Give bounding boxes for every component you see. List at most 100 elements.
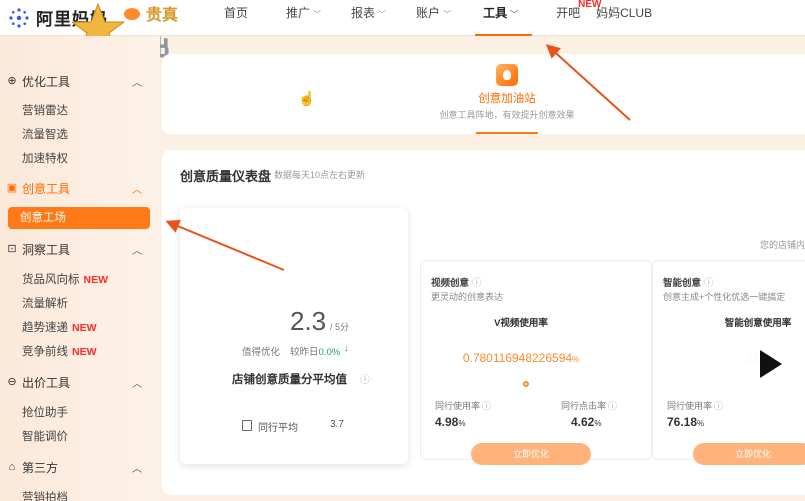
- gauge-dot: [523, 381, 529, 387]
- help-icon[interactable]: ⓘ: [360, 371, 370, 386]
- card-title: 视频创意 ⓘ: [431, 275, 482, 289]
- chevron-up-icon: ︿: [132, 464, 142, 475]
- nav-item-promotion[interactable]: 推广 ﹀: [286, 0, 321, 36]
- metric-left-value: 76.18%: [667, 415, 704, 429]
- nav-item-club[interactable]: 妈妈CLUB: [596, 0, 652, 36]
- item-label: 货品风向标: [22, 274, 80, 286]
- section-title: 第三方: [22, 460, 59, 475]
- nav-label: 工具: [483, 6, 508, 20]
- sidebar-item-traffic-analysis[interactable]: 流量解析: [22, 294, 68, 314]
- dashboard-update-note: 数据每天10点左右更新: [274, 170, 366, 180]
- help-icon[interactable]: ⓘ: [714, 401, 723, 411]
- score-unit: / 5分: [330, 322, 350, 332]
- chevron-down-icon: ﹀: [378, 10, 387, 19]
- rate-value-text: 0.780116948226594: [462, 351, 573, 365]
- hand-cursor-icon: ☝: [298, 90, 316, 106]
- peer-label: 同行平均: [258, 423, 298, 434]
- metric-right-value: 4.62%: [571, 415, 601, 429]
- station-subtitle: 创意工具阵地，有效提升创意效果: [439, 110, 575, 120]
- score-compare: 较昨日0.0%: [290, 344, 340, 358]
- metric-value-text: 76.18: [667, 415, 698, 429]
- metric-label-text: 同行点击率: [561, 401, 607, 411]
- card-subtitle: 创意主成+个性化优选一键搞定: [663, 292, 786, 302]
- sidebar-item-radar[interactable]: 营销雷达: [22, 101, 68, 121]
- target-icon: ⊕: [7, 75, 17, 87]
- sidebar-section-optimize[interactable]: ⊕ 优化工具 ︿: [0, 68, 160, 94]
- compare-value: 0.0%: [318, 347, 341, 358]
- chevron-up-icon: ︿: [132, 379, 142, 390]
- chevron-up-icon: ︿: [132, 246, 142, 257]
- flame-icon: [496, 64, 518, 86]
- quality-dashboard: 创意质量仪表盘 数据每天10点左右更新 您的店铺内 2.3 / 5分 值得优化 …: [162, 150, 805, 495]
- third-party-icon: ⌂: [8, 461, 16, 473]
- section-title: 创意工具: [22, 181, 71, 196]
- main-nav: 首页 推广 ﹀ 报表 ﹀ 账户 ﹀ 工具 ﹀ 开吧 NEW 妈妈CLUB: [224, 0, 652, 36]
- rate-value: 0.780116948226594%: [421, 351, 621, 365]
- sidebar-section-creative[interactable]: ▣ 创意工具 ︿: [0, 175, 160, 201]
- score-card: 2.3 / 5分 值得优化 较昨日0.0% ↓ 店铺创意质量分平均值 ⓘ 同行平…: [180, 208, 408, 464]
- sidebar-section-bid[interactable]: ⊖ 出价工具 ︿: [0, 369, 160, 395]
- sidebar-item-creative-factory[interactable]: 创意工场: [8, 207, 150, 229]
- nav-label: 开吧: [556, 6, 581, 20]
- chevron-up-icon: ︿: [132, 185, 142, 196]
- sidebar-item-marketing-partner[interactable]: 营销拍档: [22, 488, 68, 501]
- dashboard-title: 创意质量仪表盘: [180, 169, 272, 184]
- metric-label-text: 同行使用率: [667, 401, 713, 411]
- nav-item-account[interactable]: 账户 ﹀: [416, 0, 451, 36]
- alimama-logo-icon: [9, 7, 29, 28]
- peer-value: 3.7: [330, 419, 344, 430]
- sidebar-item-speed-privilege[interactable]: 加速特权: [22, 149, 68, 169]
- percent-sign: %: [594, 419, 602, 428]
- metric-left-label: 同行使用率 ⓘ: [435, 399, 491, 412]
- chevron-down-icon: ﹀: [510, 10, 519, 19]
- optimize-button[interactable]: 立即优化: [471, 443, 591, 465]
- card-title: 智能创意 ⓘ: [663, 275, 714, 289]
- new-badge: NEW: [83, 274, 109, 286]
- creative-station[interactable]: 创意加油站 创意工具阵地，有效提升创意效果: [432, 64, 582, 134]
- chevron-down-icon: ﹀: [443, 10, 452, 19]
- section-title: 洞察工具: [22, 242, 71, 257]
- nav-item-reports[interactable]: 报表 ﹀: [351, 0, 386, 36]
- section-title: 出价工具: [22, 375, 71, 390]
- help-icon[interactable]: ⓘ: [472, 278, 482, 289]
- compare-label: 较昨日: [290, 347, 319, 358]
- help-icon[interactable]: ⓘ: [482, 401, 491, 411]
- bid-icon: ⊖: [7, 376, 17, 388]
- sidebar-item-traffic-select[interactable]: 流量智选: [22, 125, 68, 145]
- nav-label: 推广: [286, 6, 311, 20]
- video-creative-card: 视频创意 ⓘ 更灵动的创意表达 V视频使用率 0.780116948226594%…: [420, 260, 652, 465]
- score-value: 2.3: [290, 306, 327, 336]
- image-icon: ▣: [6, 182, 18, 194]
- sidebar-item-smart-bid[interactable]: 智能调价: [22, 427, 68, 447]
- station-title: 创意加油站: [478, 93, 536, 105]
- insight-icon: ⊡: [7, 243, 17, 255]
- chevron-down-icon: ﹀: [313, 10, 322, 19]
- help-icon[interactable]: ⓘ: [608, 401, 617, 411]
- sidebar-section-insight[interactable]: ⊡ 洞察工具 ︿: [0, 236, 160, 262]
- active-underline: [476, 132, 538, 134]
- nav-item-kaiba[interactable]: 开吧 NEW: [556, 0, 601, 36]
- nav-item-tools[interactable]: 工具 ﹀: [475, 0, 533, 36]
- play-icon: [760, 350, 782, 378]
- metric-right-label: 同行点击率 ⓘ: [561, 399, 617, 412]
- optimize-button[interactable]: 立即优化: [693, 443, 805, 465]
- percent-sign: %: [458, 419, 466, 428]
- nav-item-home[interactable]: 首页: [224, 0, 248, 36]
- sidebar-item-product-trend[interactable]: 货品风向标 NEW: [22, 270, 108, 290]
- sidebar-item-trend-express[interactable]: 趋势速递 NEW: [22, 318, 97, 338]
- metric-left-label: 同行使用率 ⓘ: [667, 399, 723, 412]
- score-label: 店铺创意质量分平均值: [232, 374, 347, 386]
- chevron-up-icon: ︿: [132, 78, 142, 89]
- arrow-down-icon: ↓: [344, 343, 349, 354]
- sidebar-item-rank-helper[interactable]: 抢位助手: [22, 403, 68, 423]
- creative-station-card: ☝ 创意加油站 创意工具阵地，有效提升创意效果: [162, 54, 805, 134]
- help-icon[interactable]: ⓘ: [704, 278, 714, 289]
- rate-title: 智能创意使用率: [724, 318, 792, 329]
- item-label: 趋势速递: [22, 322, 68, 334]
- sidebar-section-third-party[interactable]: ⌂ 第三方 ︿: [0, 454, 160, 480]
- sidebar-item-competition[interactable]: 竞争前线 NEW: [22, 342, 97, 362]
- new-badge: NEW: [72, 346, 97, 358]
- percent-sign: %: [572, 355, 580, 364]
- metric-value-text: 4.98: [435, 415, 459, 429]
- item-label: 流量解析: [22, 298, 68, 310]
